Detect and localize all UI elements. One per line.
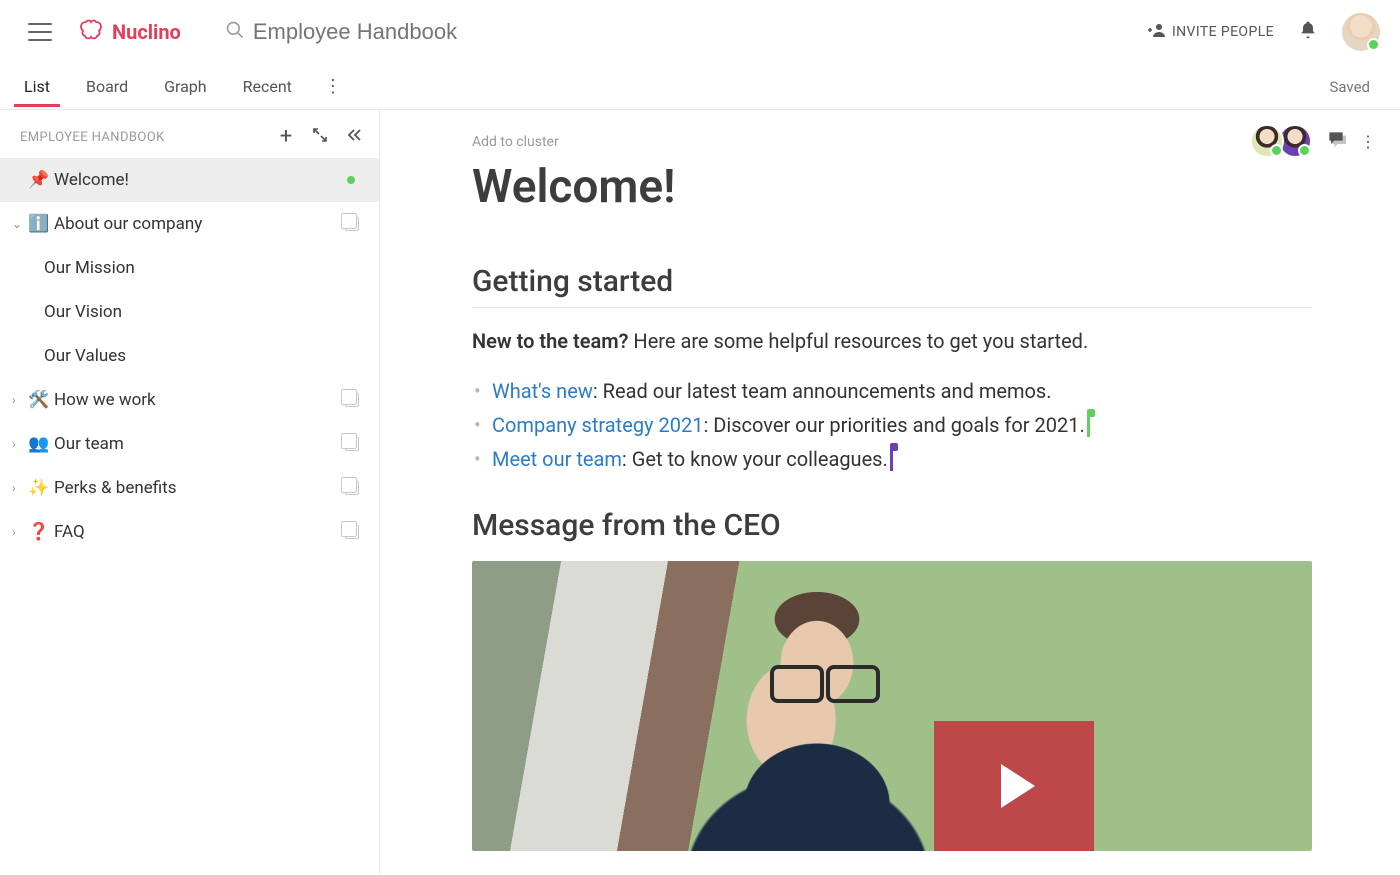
link-company-strategy[interactable]: Company strategy 2021 [492,413,703,437]
presence-dot [347,176,355,184]
intro-text: New to the team? Here are some helpful r… [472,326,1312,356]
tab-more-button[interactable]: ⋮ [324,76,342,97]
sidebar-item-label: FAQ [54,522,345,542]
tab-recent[interactable]: Recent [239,67,296,106]
sidebar-item-label: Perks & benefits [54,478,345,498]
link-whats-new[interactable]: What's new [492,379,593,403]
sidebar-item-our-team[interactable]: › 👥 Our team [0,422,379,466]
page-more-button[interactable]: ⋮ [1360,132,1376,151]
link-meet-team[interactable]: Meet our team [492,447,622,471]
add-page-button[interactable]: + [273,126,299,148]
collaborator-avatar[interactable] [1250,124,1284,158]
tab-board[interactable]: Board [82,67,132,106]
chevron-right-icon: › [12,393,26,407]
pin-icon: 📌 [28,170,50,190]
brain-icon [80,19,106,45]
chevron-down-icon: ⌄ [12,217,26,231]
sidebar-item-faq[interactable]: › ❓ FAQ [0,510,379,554]
menu-button[interactable] [28,23,52,41]
invite-label: INVITE PEOPLE [1172,24,1274,40]
sidebar-item-mission[interactable]: Our Mission [0,246,379,290]
info-icon: ℹ️ [28,214,50,234]
sidebar-item-about[interactable]: ⌄ ℹ️ About our company [0,202,379,246]
question-icon: ❓ [28,522,50,542]
list-item: What's new: Read our latest team announc… [492,374,1312,408]
ceo-video[interactable] [472,561,1312,851]
section-heading: Getting started [472,264,1312,308]
sidebar-item-perks[interactable]: › ✨ Perks & benefits [0,466,379,510]
tab-list[interactable]: List [20,67,54,106]
chevron-right-icon: › [12,481,26,495]
people-icon: 👥 [28,434,50,454]
add-to-cluster-button[interactable]: Add to cluster [472,134,1312,150]
logo-text: Nuclino [112,20,181,44]
comments-icon[interactable] [1326,129,1346,153]
cluster-icon [345,481,359,495]
sidebar-item-values[interactable]: Our Values [0,334,379,378]
list-item: Company strategy 2021: Discover our prio… [492,408,1312,442]
saved-status: Saved [1329,78,1370,96]
expand-icon[interactable] [307,127,333,147]
cluster-icon [345,525,359,539]
sidebar-item-welcome[interactable]: 📌 Welcome! [0,158,379,202]
sidebar-title: EMPLOYEE HANDBOOK [20,130,265,145]
add-person-icon [1148,23,1166,41]
cluster-icon [345,217,359,231]
collaborator-avatars[interactable] [1256,124,1312,158]
chevron-right-icon: › [12,525,26,539]
notifications-icon[interactable] [1298,19,1318,45]
sparkle-icon: ✨ [28,478,50,498]
sidebar-item-vision[interactable]: Our Vision [0,290,379,334]
cluster-icon [345,437,359,451]
section-heading: Message from the CEO [472,508,1312,543]
tab-graph[interactable]: Graph [160,67,211,106]
play-icon[interactable] [934,721,1094,851]
sidebar: EMPLOYEE HANDBOOK + 📌 Welcome! ⌄ ℹ️ Abou… [0,110,380,875]
tools-icon: 🛠️ [28,390,50,410]
invite-people-button[interactable]: INVITE PEOPLE [1148,23,1274,41]
collapse-sidebar-button[interactable] [341,127,367,147]
sidebar-item-label: How we work [54,390,345,410]
cluster-icon [345,393,359,407]
collaborator-cursor [890,449,893,471]
sidebar-item-label: About our company [54,214,345,234]
logo[interactable]: Nuclino [80,19,181,45]
page-title: Welcome! [472,160,1312,214]
chevron-right-icon: › [12,437,26,451]
list-item: Meet our team: Get to know your colleagu… [492,442,1312,476]
search-input[interactable] [253,19,653,45]
search-icon [225,20,245,44]
user-avatar[interactable] [1342,13,1380,51]
sidebar-item-label: Welcome! [54,170,347,190]
sidebar-item-how-we-work[interactable]: › 🛠️ How we work [0,378,379,422]
collaborator-cursor [1087,415,1090,437]
sidebar-item-label: Our team [54,434,345,454]
